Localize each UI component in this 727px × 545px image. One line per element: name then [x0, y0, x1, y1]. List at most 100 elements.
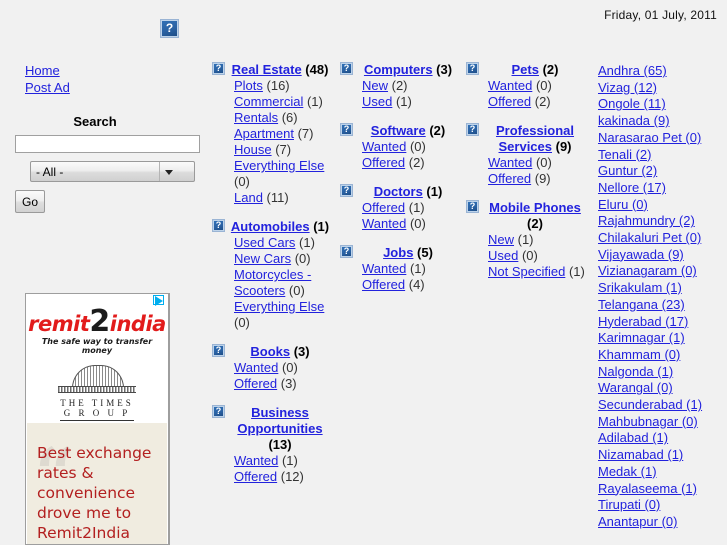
category-link[interactable]: Jobs [383, 245, 413, 260]
location-link[interactable]: Telangana (23) [598, 297, 727, 314]
location-link[interactable]: Rajahmundry (2) [598, 213, 727, 230]
location-link[interactable]: kakinada (9) [598, 113, 727, 130]
adchoices-icon[interactable] [153, 295, 166, 306]
category-link[interactable]: Doctors [374, 184, 423, 199]
location-link[interactable]: Ongole (11) [598, 96, 727, 113]
subcategory-item: Offered (12) [234, 469, 330, 485]
subcategory-list: Offered (1) Wanted (0) [340, 200, 458, 232]
location-link[interactable]: Nellore (17) [598, 180, 727, 197]
category-link[interactable]: Real Estate [232, 62, 302, 77]
location-link[interactable]: Tirupati (0) [598, 497, 727, 514]
subcategory-link[interactable]: Wanted [362, 261, 406, 276]
subcategory-link[interactable]: Offered [362, 155, 405, 170]
subcategory-link[interactable]: Offered [362, 200, 405, 215]
category-link[interactable]: Software [371, 123, 426, 138]
subcategory-link[interactable]: Not Specified [488, 264, 565, 279]
subcategory-link[interactable]: Used [362, 94, 392, 109]
subcategory-link[interactable]: Offered [362, 277, 405, 292]
location-link[interactable]: Anantapur (0) [598, 514, 727, 531]
advertisement-banner[interactable]: remit2india The safe way to transfer mon… [25, 293, 170, 545]
current-date: Friday, 01 July, 2011 [604, 8, 717, 22]
sidebar-item-home[interactable]: Home [25, 62, 200, 79]
location-link[interactable]: Andhra (65) [598, 63, 727, 80]
ad-brand-prefix: remit [28, 312, 90, 336]
subcategory-link[interactable]: Wanted [234, 360, 278, 375]
location-link[interactable]: Mahbubnagar (0) [598, 414, 727, 431]
search-input[interactable] [15, 135, 200, 153]
location-link[interactable]: Vijayawada (9) [598, 247, 727, 264]
subcategory-item: Motorcycles - Scooters (0) [234, 267, 330, 299]
subcategory-count: (4) [405, 277, 425, 292]
subcategory-item: Everything Else (0) [234, 299, 330, 331]
category-link[interactable]: Business Opportunities [237, 405, 322, 436]
subcategory-link[interactable]: Used [488, 248, 518, 263]
location-link[interactable]: Narasarao Pet (0) [598, 130, 727, 147]
category-broken-image-icon [340, 245, 353, 258]
category-link[interactable]: Books [250, 344, 290, 359]
category-broken-image-icon [466, 200, 479, 213]
subcategory-link[interactable]: Offered [234, 469, 277, 484]
ad-divider [60, 420, 134, 421]
location-link[interactable]: Tenali (2) [598, 147, 727, 164]
subcategory-item: Offered (2) [488, 94, 586, 110]
subcategory-link[interactable]: Land [234, 190, 263, 205]
category-link[interactable]: Pets [512, 62, 539, 77]
category-broken-image-icon [212, 405, 225, 418]
subcategory-link[interactable]: Apartment [234, 126, 294, 141]
subcategory-count: (3) [277, 376, 297, 391]
subcategory-link[interactable]: New Cars [234, 251, 291, 266]
subcategory-link[interactable]: Offered [234, 376, 277, 391]
location-link[interactable]: Guntur (2) [598, 163, 727, 180]
location-link[interactable]: Adilabad (1) [598, 430, 727, 447]
subcategory-link[interactable]: Everything Else [234, 299, 324, 314]
subcategory-link[interactable]: New [362, 78, 388, 93]
subcategory-item: Wanted (0) [234, 360, 330, 376]
subcategory-count: (1) [295, 235, 315, 250]
subcategory-link[interactable]: Wanted [362, 139, 406, 154]
subcategory-link[interactable]: Everything Else [234, 158, 324, 173]
subcategory-link[interactable]: Offered [488, 94, 531, 109]
subcategory-link[interactable]: House [234, 142, 272, 157]
category-column-2: Computers (3)New (2)Used (1)Software (2)… [340, 62, 458, 306]
category-link[interactable]: Computers [364, 62, 433, 77]
location-link[interactable]: Eluru (0) [598, 197, 727, 214]
search-go-button[interactable]: Go [15, 190, 46, 213]
subcategory-list: New (2) Used (1) [340, 78, 458, 110]
subcategory-count: (0) [532, 78, 552, 93]
category-title: Real Estate (48) [230, 62, 330, 78]
location-link[interactable]: Nizamabad (1) [598, 447, 727, 464]
subcategory-link[interactable]: Wanted [362, 216, 406, 231]
location-link[interactable]: Vizianagaram (0) [598, 263, 727, 280]
subcategory-link[interactable]: Commercial [234, 94, 303, 109]
sidebar-item-post-ad[interactable]: Post Ad [25, 79, 200, 96]
category-link[interactable]: Automobiles [231, 219, 310, 234]
subcategory-item: Not Specified (1) [488, 264, 586, 280]
subcategory-link[interactable]: New [488, 232, 514, 247]
category-broken-image-icon [466, 123, 479, 136]
location-link[interactable]: Medak (1) [598, 464, 727, 481]
subcategory-link[interactable]: Rentals [234, 110, 278, 125]
location-link[interactable]: Karimnagar (1) [598, 330, 727, 347]
subcategory-link[interactable]: Wanted [488, 78, 532, 93]
category-link[interactable]: Mobile Phones [489, 200, 581, 215]
search-category-select[interactable]: - All - [30, 161, 195, 182]
subcategory-link[interactable]: Offered [488, 171, 531, 186]
location-link[interactable]: Secunderabad (1) [598, 397, 727, 414]
ad-times-line1: THE TIMES [60, 398, 134, 408]
location-link[interactable]: Warangal (0) [598, 380, 727, 397]
subcategory-link[interactable]: Used Cars [234, 235, 295, 250]
location-link[interactable]: Rayalaseema (1) [598, 481, 727, 498]
times-group-emblem-icon [58, 365, 136, 395]
location-link[interactable]: Nalgonda (1) [598, 364, 727, 381]
subcategory-link[interactable]: Plots [234, 78, 263, 93]
location-link[interactable]: Chilakaluri Pet (0) [598, 230, 727, 247]
category-title: Jobs (5) [358, 245, 458, 261]
subcategory-link[interactable]: Wanted [234, 453, 278, 468]
category-broken-image-icon [340, 123, 353, 136]
ad-logo: remit2india The safe way to transfer mon… [26, 294, 168, 421]
location-link[interactable]: Khammam (0) [598, 347, 727, 364]
location-link[interactable]: Srikakulam (1) [598, 280, 727, 297]
location-link[interactable]: Hyderabad (17) [598, 314, 727, 331]
subcategory-link[interactable]: Wanted [488, 155, 532, 170]
location-link[interactable]: Vizag (12) [598, 80, 727, 97]
